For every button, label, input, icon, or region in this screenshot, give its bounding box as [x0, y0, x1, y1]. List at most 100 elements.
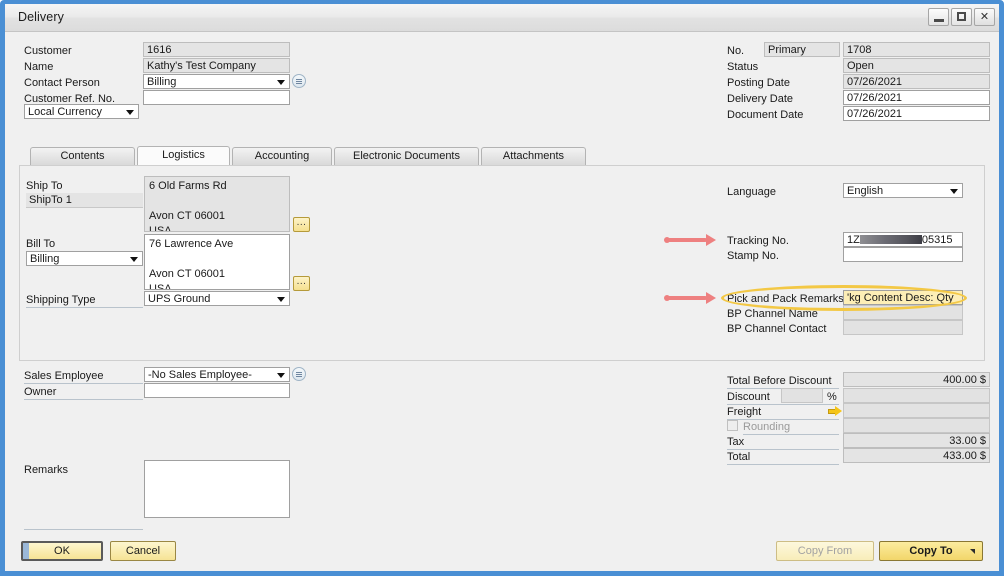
chevron-down-icon [950, 188, 958, 194]
currency-value: Local Currency [28, 106, 102, 118]
tab-electronic-documents[interactable]: Electronic Documents [334, 147, 479, 165]
total-before-discount-field[interactable]: 400.00 $ [843, 372, 990, 387]
stamp-no-field[interactable] [843, 247, 963, 262]
tracking-no-suffix: 05315 [921, 234, 953, 246]
contact-person-value: Billing [147, 76, 177, 88]
owner-label: Owner [24, 386, 143, 400]
total-field[interactable]: 433.00 $ [843, 448, 990, 463]
shipping-type-label: Shipping Type [26, 294, 143, 308]
currency-combo[interactable]: Local Currency [24, 104, 139, 119]
status-label: Status [727, 61, 759, 73]
bill-to-address-box[interactable]: 76 Lawrence Ave Avon CT 06001 USA [144, 234, 290, 290]
maximize-icon[interactable] [951, 8, 972, 26]
chevron-down-icon [130, 256, 138, 262]
total-label: Total [727, 451, 839, 465]
pick-and-pack-remarks-label: Pick and Pack Remarks [727, 293, 844, 305]
copy-to-label: Copy To [909, 545, 953, 557]
bill-to-combo[interactable]: Billing [26, 251, 143, 266]
total-before-discount-label: Total Before Discount [727, 375, 839, 389]
tax-label: Tax [727, 436, 839, 450]
remarks-field[interactable] [144, 460, 290, 518]
posting-date-field[interactable]: 07/26/2021 [843, 74, 990, 89]
cancel-button[interactable]: Cancel [110, 541, 176, 561]
status-field[interactable]: Open [843, 58, 990, 73]
bp-channel-contact-field[interactable] [843, 320, 963, 335]
minimize-icon[interactable] [928, 8, 949, 26]
discount-percent-field[interactable] [781, 388, 823, 403]
tracking-no-redaction [859, 235, 922, 244]
tax-field[interactable]: 33.00 $ [843, 433, 990, 448]
freight-label: Freight [727, 406, 839, 420]
window-title: Delivery [18, 10, 64, 24]
delivery-date-label: Delivery Date [727, 93, 794, 105]
tab-attachments[interactable]: Attachments [481, 147, 586, 165]
bill-to-address-line4: USA [149, 283, 172, 290]
contact-person-link-icon[interactable] [292, 74, 306, 88]
tab-contents[interactable]: Contents [30, 147, 135, 165]
customer-label: Customer [24, 45, 72, 57]
customer-field[interactable]: 1616 [143, 42, 290, 57]
no-label: No. [727, 45, 745, 57]
bp-channel-name-field[interactable] [843, 305, 963, 320]
close-icon[interactable]: ✕ [974, 8, 995, 26]
chevron-down-icon [277, 296, 285, 302]
bill-to-browse-button[interactable]: ... [293, 276, 310, 291]
ship-to-label: Ship To [26, 180, 63, 192]
ship-to-address-box[interactable]: 6 Old Farms Rd Avon CT 06001 USA [144, 176, 290, 232]
owner-field[interactable] [144, 383, 290, 398]
tab-logistics[interactable]: Logistics [137, 146, 230, 165]
customer-ref-no-field[interactable] [143, 90, 290, 105]
no-series-field[interactable]: Primary [764, 42, 840, 57]
pick-and-pack-remarks-field[interactable]: 'kg Content Desc: Qty [843, 290, 963, 305]
document-date-label: Document Date [727, 109, 804, 121]
bill-to-address-line2 [149, 252, 285, 267]
bill-to-label: Bill To [26, 238, 56, 250]
language-label: Language [727, 186, 776, 198]
stamp-no-label: Stamp No. [727, 250, 779, 262]
ship-to-address-line3: Avon CT 06001 [149, 210, 226, 222]
tab-accounting[interactable]: Accounting [232, 147, 332, 165]
posting-date-label: Posting Date [727, 77, 790, 89]
shipping-type-combo[interactable]: UPS Ground [144, 291, 290, 306]
rounding-checkbox[interactable] [727, 420, 738, 431]
no-value-field[interactable]: 1708 [843, 42, 990, 57]
rounding-label: Rounding [743, 421, 839, 435]
copy-to-dropdown-icon[interactable] [970, 549, 975, 554]
sales-employee-label: Sales Employee [24, 370, 143, 384]
delivery-window: Delivery ✕ Customer 1616 Name Kathy's Te… [0, 0, 1004, 576]
discount-amount-field[interactable] [843, 388, 990, 403]
sales-employee-value: -No Sales Employee- [148, 369, 252, 381]
sales-employee-combo[interactable]: -No Sales Employee- [144, 367, 290, 382]
discount-percent-symbol: % [827, 391, 837, 403]
tracking-no-label: Tracking No. [727, 235, 789, 247]
freight-expand-arrow-icon[interactable] [828, 406, 842, 417]
ship-to-browse-button[interactable]: ... [293, 217, 310, 232]
bill-to-address-line1: 76 Lawrence Ave [149, 238, 234, 250]
contact-person-label: Contact Person [24, 77, 100, 89]
tracking-no-field[interactable]: 1Z 05315 [843, 232, 963, 247]
bill-to-code-value: Billing [30, 253, 60, 265]
language-combo[interactable]: English [843, 183, 963, 198]
bp-channel-name-label: BP Channel Name [727, 308, 818, 320]
ok-button[interactable]: OK [21, 541, 103, 561]
chevron-down-icon [277, 372, 285, 378]
copy-to-button[interactable]: Copy To [879, 541, 983, 561]
ship-to-address-line2 [149, 194, 285, 209]
bill-to-address-line3: Avon CT 06001 [149, 268, 226, 280]
annotation-arrow-tracking [664, 234, 718, 246]
tab-strip: Contents Logistics Accounting Electronic… [19, 146, 985, 165]
annotation-arrow-remarks [664, 292, 718, 304]
freight-field[interactable] [843, 403, 990, 418]
name-field[interactable]: Kathy's Test Company [143, 58, 290, 73]
window-controls: ✕ [928, 8, 995, 26]
window-inner: Delivery ✕ Customer 1616 Name Kathy's Te… [5, 4, 999, 570]
ship-to-code-field[interactable]: ShipTo 1 [26, 193, 143, 208]
ship-to-address-line1: 6 Old Farms Rd [149, 180, 227, 192]
document-date-field[interactable]: 07/26/2021 [843, 106, 990, 121]
sales-employee-link-icon[interactable] [292, 367, 306, 381]
copy-from-button[interactable]: Copy From [776, 541, 874, 561]
rounding-field[interactable] [843, 418, 990, 433]
contact-person-combo[interactable]: Billing [143, 74, 290, 89]
delivery-date-field[interactable]: 07/26/2021 [843, 90, 990, 105]
title-bar[interactable]: Delivery ✕ [5, 4, 999, 32]
